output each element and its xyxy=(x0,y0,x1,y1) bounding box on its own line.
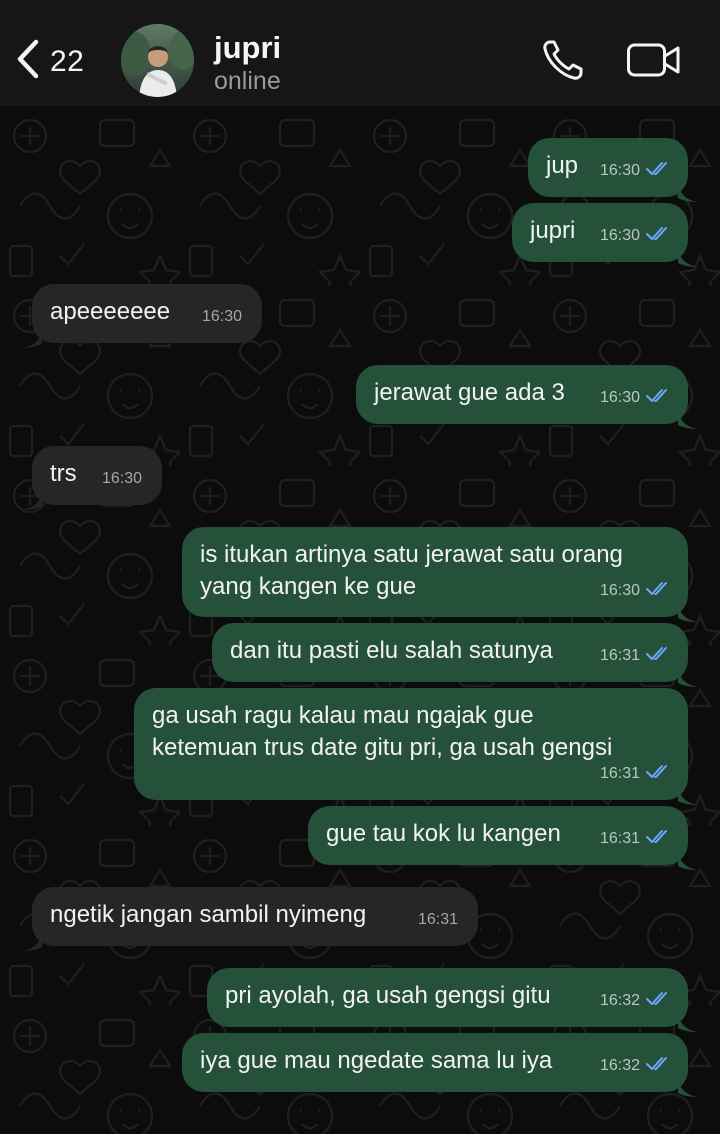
phone-icon xyxy=(541,40,585,86)
double-check-icon xyxy=(646,154,672,186)
message-time: 16:30 xyxy=(599,389,640,406)
message-time: 16:31 xyxy=(599,765,640,782)
message-bubble-incoming[interactable]: apeeeeeee 16:30 xyxy=(22,284,262,348)
message-time: 16:30 xyxy=(101,470,142,487)
video-camera-icon xyxy=(626,43,682,82)
message-bubble-outgoing[interactable]: ga usah ragu kalau mau ngajak gue ketemu… xyxy=(134,688,698,805)
message-time: 16:30 xyxy=(201,308,242,325)
double-check-icon xyxy=(646,219,672,251)
back-button[interactable]: 22 xyxy=(14,38,84,85)
video-call-button[interactable] xyxy=(626,42,682,83)
double-check-icon xyxy=(646,757,672,789)
message-text: ngetik jangan sambil nyimeng xyxy=(50,901,367,928)
message-bubble-outgoing[interactable]: iya gue mau ngedate sama lu iya 16:32 xyxy=(182,1033,698,1097)
bubble-tail xyxy=(678,1074,698,1097)
message-bubble-outgoing[interactable]: jupri 16:30 xyxy=(512,203,698,267)
double-check-icon xyxy=(646,381,672,413)
double-check-icon xyxy=(646,639,672,671)
bubble-tail xyxy=(678,406,698,429)
message-time: 16:32 xyxy=(599,992,640,1009)
message-bubble-incoming[interactable]: ngetik jangan sambil nyimeng 16:31 xyxy=(22,887,478,951)
message-bubble-outgoing[interactable]: jerawat gue ada 3 16:30 xyxy=(356,365,698,429)
message-text: ga usah ragu kalau mau ngajak gue ketemu… xyxy=(152,702,613,761)
message-bubble-outgoing[interactable]: pri ayolah, ga usah gengsi gitu 16:32 xyxy=(207,968,698,1032)
message-time: 16:30 xyxy=(599,162,640,179)
chevron-left-icon xyxy=(14,38,40,85)
message-bubble-outgoing[interactable]: gue tau kok lu kangen 16:31 xyxy=(308,806,698,870)
chat-header: 22 jupri online xyxy=(0,0,720,106)
bubble-tail xyxy=(678,244,698,267)
message-bubble-outgoing[interactable]: is itukan artinya satu jerawat satu oran… xyxy=(182,527,698,622)
avatar[interactable] xyxy=(121,24,194,97)
message-time: 16:31 xyxy=(599,830,640,847)
bubble-tail xyxy=(22,325,42,348)
message-bubble-incoming[interactable]: trs 16:30 xyxy=(22,446,162,510)
message-time: 16:32 xyxy=(599,1057,640,1074)
double-check-icon xyxy=(646,1049,672,1081)
unread-count: 22 xyxy=(50,44,85,78)
message-text: jerawat gue ada 3 xyxy=(374,379,565,406)
bubble-tail xyxy=(678,847,698,870)
message-time: 16:30 xyxy=(599,582,640,599)
bubble-tail xyxy=(678,179,698,202)
message-time: 16:30 xyxy=(599,227,640,244)
bubble-tail xyxy=(678,1009,698,1032)
bubble-tail xyxy=(22,928,42,951)
contact-name[interactable]: jupri xyxy=(214,30,281,66)
bubble-tail xyxy=(678,664,698,687)
double-check-icon xyxy=(646,822,672,854)
voice-call-button[interactable] xyxy=(541,38,585,87)
bubble-tail xyxy=(22,487,42,510)
message-time: 16:31 xyxy=(599,647,640,664)
message-bubble-outgoing[interactable]: dan itu pasti elu salah satunya 16:31 xyxy=(212,623,698,687)
bubble-tail xyxy=(678,599,698,622)
message-time: 16:31 xyxy=(417,911,458,928)
double-check-icon xyxy=(646,574,672,606)
double-check-icon xyxy=(646,984,672,1016)
message-bubble-outgoing[interactable]: jup 16:30 xyxy=(528,138,698,202)
bubble-tail xyxy=(678,782,698,805)
contact-status: online xyxy=(214,67,281,95)
